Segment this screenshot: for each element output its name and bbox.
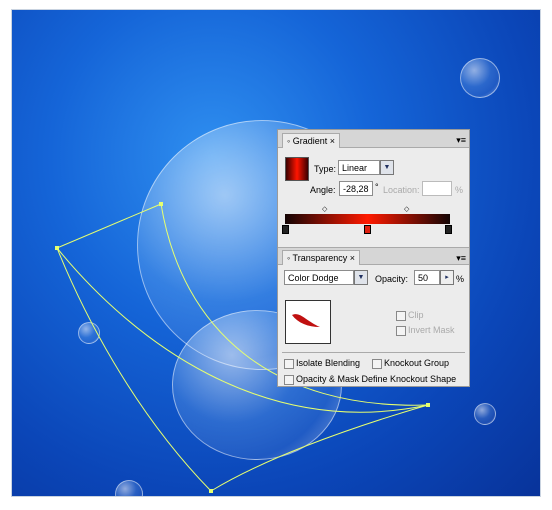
midpoint-marker[interactable]: ◇ bbox=[404, 205, 409, 213]
angle-label: Angle: bbox=[310, 185, 336, 195]
gradient-slider[interactable] bbox=[285, 214, 450, 224]
location-label: Location: bbox=[383, 185, 420, 195]
tab-gradient[interactable]: ◦ Gradient × bbox=[282, 133, 340, 148]
tab-transparency[interactable]: ◦ Transparency × bbox=[282, 250, 360, 265]
opacity-mask-knockout-checkbox[interactable]: Opacity & Mask Define Knockout Shape bbox=[284, 374, 456, 385]
location-input[interactable] bbox=[422, 181, 452, 196]
percent-sign: % bbox=[456, 274, 465, 284]
type-label: Type: bbox=[314, 164, 337, 174]
knockout-group-checkbox[interactable]: Knockout Group bbox=[372, 358, 449, 369]
percent-sign: % bbox=[455, 185, 464, 195]
blend-mode-dropdown-button[interactable]: ▼ bbox=[354, 270, 368, 285]
blend-mode-select[interactable]: Color Dodge bbox=[284, 270, 354, 285]
knockout-label: Knockout Group bbox=[384, 358, 450, 368]
isolate-blending-checkbox[interactable]: Isolate Blending bbox=[284, 358, 360, 369]
type-select[interactable]: Linear bbox=[338, 160, 380, 175]
color-stop-dark[interactable] bbox=[282, 225, 289, 234]
opacity-mask-label: Opacity & Mask Define Knockout Shape bbox=[296, 374, 457, 384]
color-stop-red[interactable] bbox=[364, 225, 371, 234]
clip-checkbox[interactable]: Clip bbox=[396, 310, 424, 321]
invert-mask-checkbox[interactable]: Invert Mask bbox=[396, 325, 455, 336]
isolate-label: Isolate Blending bbox=[296, 358, 361, 368]
panel-menu-icon[interactable]: ▾≡ bbox=[456, 135, 466, 146]
clip-label: Clip bbox=[408, 310, 424, 320]
tab-label: Gradient bbox=[292, 136, 328, 146]
color-stop-dark[interactable] bbox=[445, 225, 452, 234]
degree-sign: ° bbox=[375, 182, 379, 192]
angle-input[interactable]: -28,28 bbox=[339, 181, 373, 196]
opacity-label: Opacity: bbox=[375, 274, 409, 284]
midpoint-marker[interactable]: ◇ bbox=[322, 205, 327, 213]
divider bbox=[282, 352, 465, 353]
opacity-input[interactable]: 50 bbox=[414, 270, 440, 285]
tab-label: Transparency bbox=[292, 253, 348, 263]
object-thumbnail[interactable] bbox=[285, 300, 331, 344]
invert-mask-label: Invert Mask bbox=[408, 325, 455, 335]
gradient-swatch[interactable] bbox=[285, 157, 309, 181]
opacity-slider-button[interactable]: ▸ bbox=[440, 270, 454, 285]
thumbnail-shape bbox=[292, 314, 320, 327]
panel-menu-icon[interactable]: ▾≡ bbox=[456, 253, 466, 264]
gradient-transparency-panel: – × ◦ Gradient × ▾≡ Type: Linear ▼ Angle… bbox=[277, 128, 470, 387]
type-dropdown-button[interactable]: ▼ bbox=[380, 160, 394, 175]
